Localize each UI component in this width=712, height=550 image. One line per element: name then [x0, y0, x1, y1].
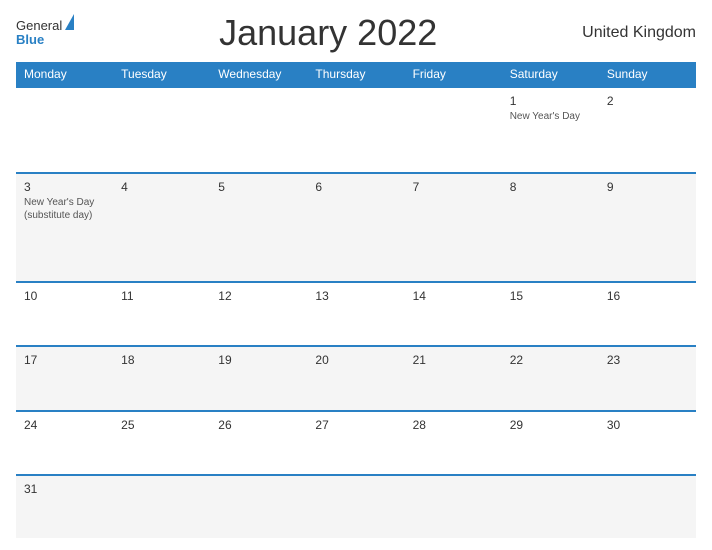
calendar-cell: 23 [599, 346, 696, 410]
calendar-cell [307, 475, 404, 538]
day-number: 5 [218, 180, 299, 194]
day-number: 19 [218, 353, 299, 367]
calendar-cell: 15 [502, 282, 599, 346]
calendar-cell [16, 87, 113, 173]
calendar-container: General Blue January 2022 United Kingdom… [0, 0, 712, 550]
calendar-week-row: 31 [16, 475, 696, 538]
calendar-cell [210, 87, 307, 173]
day-number: 7 [413, 180, 494, 194]
calendar-cell: 2 [599, 87, 696, 173]
day-number: 29 [510, 418, 591, 432]
calendar-cell [502, 475, 599, 538]
calendar-week-row: 10 11 12 13 14 15 16 [16, 282, 696, 346]
calendar-cell: 29 [502, 411, 599, 475]
calendar-cell: 17 [16, 346, 113, 410]
day-number: 21 [413, 353, 494, 367]
holiday-label: New Year's Day (substitute day) [24, 196, 105, 222]
day-number: 13 [315, 289, 396, 303]
col-wednesday: Wednesday [210, 62, 307, 87]
calendar-title: January 2022 [219, 12, 437, 54]
calendar-cell: 20 [307, 346, 404, 410]
calendar-cell: 31 [16, 475, 113, 538]
day-number: 11 [121, 289, 202, 303]
day-number: 27 [315, 418, 396, 432]
holiday-label: New Year's Day [510, 110, 591, 123]
day-number: 28 [413, 418, 494, 432]
calendar-cell: 6 [307, 173, 404, 282]
calendar-cell: 21 [405, 346, 502, 410]
calendar-table: Monday Tuesday Wednesday Thursday Friday… [16, 62, 696, 538]
day-number: 24 [24, 418, 105, 432]
calendar-week-row: 3 New Year's Day (substitute day) 4 5 6 7 8 9 [16, 173, 696, 282]
calendar-week-row: 24 25 26 27 28 29 30 [16, 411, 696, 475]
day-number: 9 [607, 180, 688, 194]
calendar-cell: 27 [307, 411, 404, 475]
logo-general: General [16, 19, 62, 33]
day-number: 22 [510, 353, 591, 367]
calendar-cell: 12 [210, 282, 307, 346]
day-number: 10 [24, 289, 105, 303]
calendar-cell: 7 [405, 173, 502, 282]
calendar-cell: 22 [502, 346, 599, 410]
calendar-cell: 4 [113, 173, 210, 282]
calendar-cell: 13 [307, 282, 404, 346]
day-number: 3 [24, 180, 105, 194]
day-number: 15 [510, 289, 591, 303]
day-number: 8 [510, 180, 591, 194]
day-number: 23 [607, 353, 688, 367]
calendar-header: General Blue January 2022 United Kingdom [16, 12, 696, 54]
col-tuesday: Tuesday [113, 62, 210, 87]
calendar-cell: 25 [113, 411, 210, 475]
calendar-cell: 1 New Year's Day [502, 87, 599, 173]
day-number: 25 [121, 418, 202, 432]
calendar-cell: 26 [210, 411, 307, 475]
col-thursday: Thursday [307, 62, 404, 87]
day-number: 12 [218, 289, 299, 303]
col-saturday: Saturday [502, 62, 599, 87]
col-friday: Friday [405, 62, 502, 87]
day-number: 26 [218, 418, 299, 432]
day-number: 1 [510, 94, 591, 108]
day-number: 31 [24, 482, 105, 496]
calendar-country: United Kingdom [582, 24, 696, 42]
calendar-cell: 3 New Year's Day (substitute day) [16, 173, 113, 282]
day-number: 6 [315, 180, 396, 194]
calendar-cell: 30 [599, 411, 696, 475]
calendar-cell: 28 [405, 411, 502, 475]
calendar-cell [113, 87, 210, 173]
day-number: 17 [24, 353, 105, 367]
day-number: 18 [121, 353, 202, 367]
calendar-cell [307, 87, 404, 173]
day-number: 14 [413, 289, 494, 303]
calendar-header-row: Monday Tuesday Wednesday Thursday Friday… [16, 62, 696, 87]
calendar-cell: 11 [113, 282, 210, 346]
day-number: 2 [607, 94, 688, 108]
col-monday: Monday [16, 62, 113, 87]
day-number: 20 [315, 353, 396, 367]
calendar-cell [210, 475, 307, 538]
calendar-cell [405, 475, 502, 538]
calendar-cell: 16 [599, 282, 696, 346]
calendar-cell: 10 [16, 282, 113, 346]
calendar-cell: 8 [502, 173, 599, 282]
day-number: 30 [607, 418, 688, 432]
day-number: 4 [121, 180, 202, 194]
calendar-cell: 18 [113, 346, 210, 410]
calendar-cell: 24 [16, 411, 113, 475]
calendar-week-row: 1 New Year's Day 2 [16, 87, 696, 173]
logo-blue: Blue [16, 33, 74, 47]
calendar-cell [405, 87, 502, 173]
calendar-cell: 19 [210, 346, 307, 410]
calendar-cell: 9 [599, 173, 696, 282]
calendar-cell: 14 [405, 282, 502, 346]
day-number: 16 [607, 289, 688, 303]
col-sunday: Sunday [599, 62, 696, 87]
logo: General Blue [16, 19, 74, 48]
calendar-cell: 5 [210, 173, 307, 282]
calendar-cell [599, 475, 696, 538]
calendar-cell [113, 475, 210, 538]
calendar-week-row: 17 18 19 20 21 22 23 [16, 346, 696, 410]
